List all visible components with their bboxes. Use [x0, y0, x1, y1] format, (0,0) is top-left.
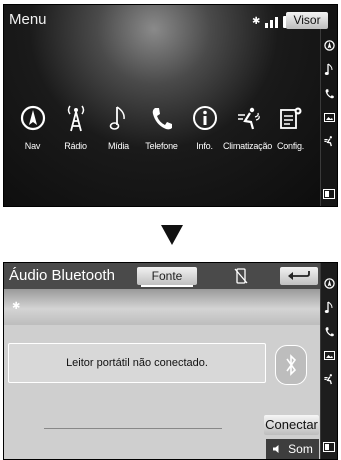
compass-icon[interactable] — [321, 271, 338, 295]
menu-item-label: Climatização — [222, 141, 273, 151]
music-note-icon[interactable] — [321, 295, 338, 319]
page-title: Áudio Bluetooth — [9, 267, 115, 284]
signal-bar-icon — [275, 17, 279, 28]
compass-icon[interactable] — [321, 33, 338, 57]
menu-item-climate[interactable]: Climatização — [223, 103, 272, 163]
side-shortcut-bar — [320, 29, 338, 206]
bluetooth-status-bar: ✱ — [4, 289, 321, 325]
settings-icon — [278, 103, 304, 133]
down-arrow-icon — [161, 225, 183, 250]
menu-item-label: Mídia — [107, 141, 129, 151]
compass-icon — [20, 103, 46, 133]
bluetooth-icon: ✱ — [252, 16, 261, 27]
phone-icon — [150, 103, 174, 133]
speaker-icon — [273, 445, 279, 453]
menu-item-label: Rádio — [64, 141, 87, 151]
screen-header: Áudio Bluetooth Fonte — [4, 263, 321, 289]
signal-bar-icon — [265, 23, 269, 28]
menu-item-radio[interactable]: Rádio — [55, 103, 96, 163]
connect-button[interactable]: Conectar — [264, 415, 319, 435]
phone-icon[interactable] — [321, 319, 338, 343]
divider — [44, 428, 222, 429]
phone-disconnected-icon — [234, 268, 248, 289]
sound-button-label: Som — [288, 442, 313, 456]
menu-item-info[interactable]: Info. — [184, 103, 225, 163]
source-button[interactable]: Fonte — [137, 267, 197, 287]
signal-bar-icon — [270, 20, 274, 28]
radio-tower-icon — [63, 103, 89, 133]
display-toggle-icon[interactable] — [323, 186, 335, 204]
bluetooth-audio-screen: Áudio Bluetooth Fonte ✱ Leitor portátil … — [3, 262, 338, 460]
music-note-icon[interactable] — [321, 57, 338, 81]
menu-item-label: Info. — [196, 141, 213, 151]
climate-icon — [235, 103, 261, 133]
menu-row: Nav Rádio Mídia Telefone Info. Climatiza… — [12, 103, 324, 163]
climate-icon[interactable] — [321, 367, 338, 391]
visor-button[interactable]: Visor — [286, 12, 328, 29]
display-toggle-icon[interactable] — [323, 439, 335, 457]
music-note-icon — [109, 103, 129, 133]
menu-title: Menu — [9, 11, 47, 28]
menu-item-label: Config. — [276, 141, 305, 151]
phone-icon[interactable] — [321, 81, 338, 105]
bluetooth-icon: ✱ — [12, 301, 21, 312]
image-icon[interactable] — [321, 105, 338, 129]
menu-item-nav[interactable]: Nav — [12, 103, 53, 163]
back-button[interactable] — [280, 267, 318, 285]
main-menu-screen: Menu ✱ Visor Nav Rádio Mídia Telefone In… — [3, 4, 338, 207]
bluetooth-connect-icon[interactable] — [275, 345, 307, 385]
info-icon — [192, 103, 218, 133]
menu-item-phone[interactable]: Telefone — [141, 103, 182, 163]
status-indicators: ✱ — [252, 14, 291, 28]
menu-item-config[interactable]: Config. — [270, 103, 311, 163]
image-icon[interactable] — [321, 343, 338, 367]
climate-icon[interactable] — [321, 129, 338, 153]
menu-item-media[interactable]: Mídia — [98, 103, 139, 163]
menu-item-label: Telefone — [145, 141, 178, 151]
sound-button[interactable]: Som — [266, 439, 319, 459]
back-arrow-icon — [288, 271, 310, 280]
menu-item-label: Nav — [24, 141, 41, 151]
status-message: Leitor portátil não conectado. — [8, 343, 266, 383]
side-shortcut-bar — [320, 263, 338, 459]
